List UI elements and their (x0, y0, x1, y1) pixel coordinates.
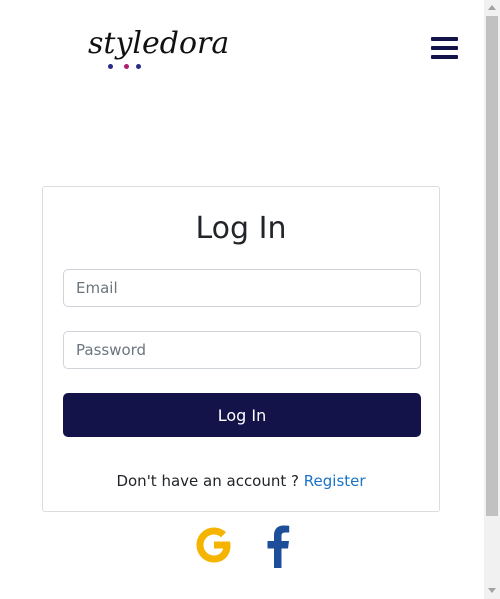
register-prompt: Don't have an account ? Register (43, 472, 439, 490)
scroll-up-arrow-icon[interactable] (488, 5, 496, 10)
login-button[interactable]: Log In (63, 393, 421, 437)
logo-dot (108, 64, 113, 69)
logo-dot (136, 64, 141, 69)
google-icon[interactable] (193, 524, 235, 566)
styledora-logo[interactable]: styledora (86, 22, 229, 76)
hamburger-menu-icon[interactable] (431, 34, 459, 62)
social-login (0, 522, 484, 572)
login-card: Log In Log In Don't have an account ? Re… (42, 186, 440, 512)
scroll-down-arrow-icon[interactable] (488, 588, 496, 593)
no-account-text: Don't have an account ? (116, 472, 299, 490)
register-link[interactable]: Register (304, 472, 366, 490)
email-field[interactable] (63, 269, 421, 307)
page-title: Log In (195, 211, 287, 246)
vertical-scrollbar[interactable] (484, 0, 500, 599)
scrollbar-thumb[interactable] (486, 16, 498, 516)
facebook-icon[interactable] (262, 524, 292, 568)
logo-dot (124, 64, 129, 69)
header: styledora (0, 0, 484, 95)
logo-text: styledora (88, 26, 230, 61)
password-field[interactable] (63, 331, 421, 369)
